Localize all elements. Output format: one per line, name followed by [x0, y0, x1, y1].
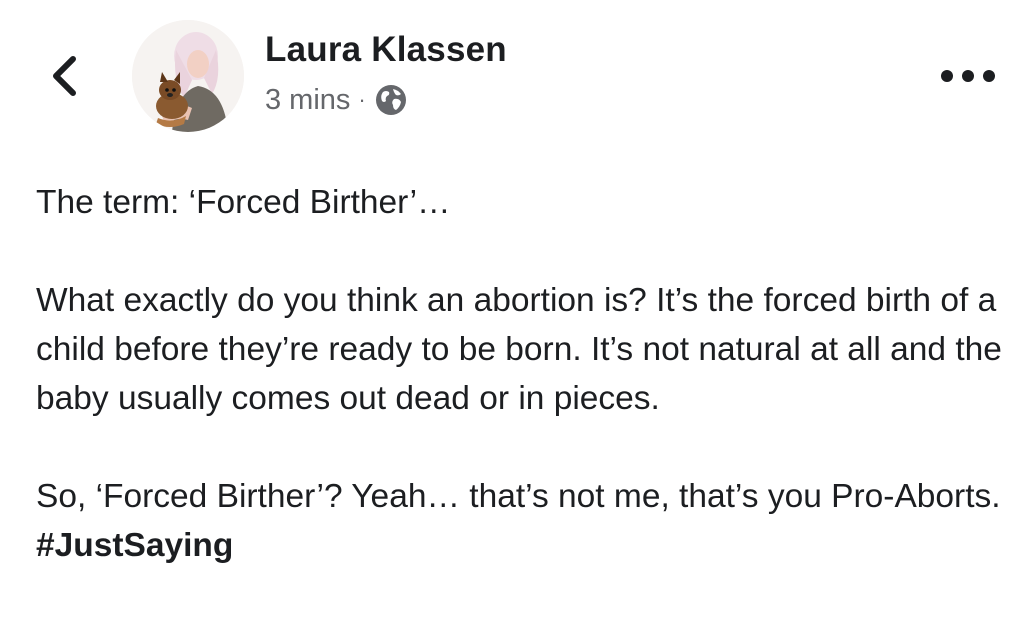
post-paragraph: The term: ‘Forced Birther’…: [36, 184, 451, 221]
post-paragraph: So, ‘Forced Birther’? Yeah… that’s not m…: [36, 472, 1016, 570]
avatar[interactable]: [132, 20, 244, 132]
chevron-left-icon: [53, 56, 76, 96]
post-paragraph: What exactly do you think an abortion is…: [36, 282, 1002, 417]
meta-separator: ·: [358, 87, 366, 112]
globe-icon[interactable]: [374, 83, 408, 117]
post-header: Laura Klassen 3 mins ·: [0, 0, 1032, 150]
author-name[interactable]: Laura Klassen: [265, 30, 507, 70]
post-body: The term: ‘Forced Birther’… What exactly…: [36, 178, 1016, 570]
profile-photo: [132, 20, 244, 132]
post-paragraph-text: So, ‘Forced Birther’? Yeah… that’s not m…: [36, 478, 1001, 515]
back-button[interactable]: [40, 48, 88, 104]
more-dots-icon: [941, 70, 995, 82]
more-options-button[interactable]: [934, 58, 1002, 94]
post-meta: 3 mins ·: [265, 80, 408, 120]
hashtag-link[interactable]: #JustSaying: [36, 527, 233, 564]
timestamp[interactable]: 3 mins: [265, 84, 350, 117]
